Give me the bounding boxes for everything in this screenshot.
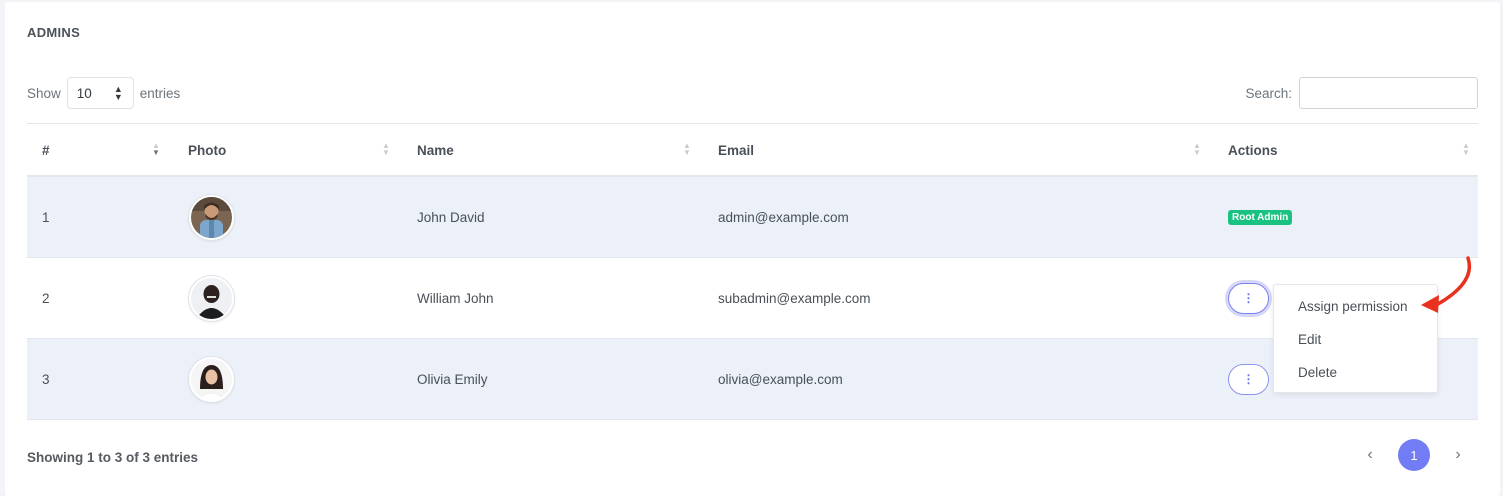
select-caret-icon: ▲ ▼ (113, 84, 123, 102)
kebab-icon: ⋮ (1242, 372, 1255, 386)
sort-icon[interactable]: ▲ ▼ (382, 142, 390, 157)
entries-select[interactable]: 10 ▲ ▼ (66, 77, 134, 109)
entries-select-value: 10 (76, 85, 92, 101)
root-admin-badge: Root Admin (1228, 209, 1293, 225)
header-name[interactable]: Name (417, 124, 454, 176)
row-email: admin@example.com (718, 209, 849, 225)
card-title: ADMINS (27, 25, 81, 40)
actions-cell: Root Admin (1228, 177, 1293, 257)
actions-menu-button[interactable]: ⋮ (1228, 282, 1269, 314)
show-label: Show (27, 85, 61, 101)
assign-permission-menu-item[interactable]: Assign permission (1274, 290, 1437, 323)
kebab-icon: ⋮ (1242, 291, 1255, 305)
woman-avatar-icon (191, 358, 232, 400)
admins-card: ADMINS Show 10 ▲ ▼ entries Search: # ▲ ▼ P… (5, 2, 1500, 496)
admins-table: # ▲ ▼ Photo ▲ ▼ Name ▲ ▼ Email ▲ ▼ Actions ▲… (27, 123, 1478, 420)
entries-length-control: Show 10 ▲ ▼ entries (27, 77, 180, 109)
photo-cell (188, 339, 235, 419)
pagination: ‹ 1 › (1365, 439, 1463, 471)
row-index: 1 (42, 209, 50, 225)
edit-menu-item[interactable]: Edit (1274, 323, 1437, 356)
entries-label: entries (139, 85, 181, 101)
sort-icon[interactable]: ▲ ▼ (1193, 142, 1201, 157)
row-index: 3 (42, 371, 50, 387)
table-row: 2 William John subadmin@example.com ⋮ (27, 258, 1478, 339)
table-row: 1 John David admin@example.com Root Admi… (27, 177, 1478, 258)
row-email: subadmin@example.com (718, 290, 871, 306)
header-actions[interactable]: Actions (1228, 124, 1278, 176)
page-1-button[interactable]: 1 (1398, 439, 1430, 471)
avatar (188, 355, 235, 403)
actions-cell: ⋮ (1228, 258, 1269, 338)
header-email[interactable]: Email (718, 124, 754, 176)
search-input[interactable] (1299, 77, 1478, 109)
photo-cell (188, 258, 235, 338)
row-name: Olivia Emily (417, 371, 488, 387)
table-header: # ▲ ▼ Photo ▲ ▼ Name ▲ ▼ Email ▲ ▼ Actions ▲… (27, 123, 1478, 177)
row-email: olivia@example.com (718, 371, 843, 387)
man-with-beard-avatar-icon (191, 196, 232, 238)
table-row: 3 Olivia Emily olivia@example.com ⋮ (27, 339, 1478, 420)
header-photo[interactable]: Photo (188, 124, 226, 176)
sort-icon[interactable]: ▲ ▼ (1462, 142, 1470, 157)
avatar (188, 274, 235, 322)
actions-dropdown-menu: Assign permission Edit Delete (1273, 284, 1438, 393)
search-label: Search: (1245, 85, 1292, 101)
previous-page-icon[interactable]: ‹ (1365, 446, 1375, 464)
row-index: 2 (42, 290, 50, 306)
row-name: William John (417, 290, 494, 306)
header-index[interactable]: # (42, 124, 50, 176)
row-name: John David (417, 209, 485, 225)
photo-cell (188, 177, 235, 257)
sort-icon[interactable]: ▲ ▼ (152, 142, 160, 157)
search-control: Search: (1245, 77, 1478, 109)
next-page-icon[interactable]: › (1453, 446, 1463, 464)
actions-cell: ⋮ (1228, 339, 1269, 419)
man-dark-avatar-icon (191, 277, 232, 319)
delete-menu-item[interactable]: Delete (1274, 356, 1437, 389)
avatar (188, 193, 235, 241)
table-info: Showing 1 to 3 of 3 entries (27, 450, 199, 465)
actions-menu-button[interactable]: ⋮ (1228, 363, 1269, 395)
sort-icon[interactable]: ▲ ▼ (683, 142, 691, 157)
annotation-arrow-icon (1421, 256, 1472, 313)
